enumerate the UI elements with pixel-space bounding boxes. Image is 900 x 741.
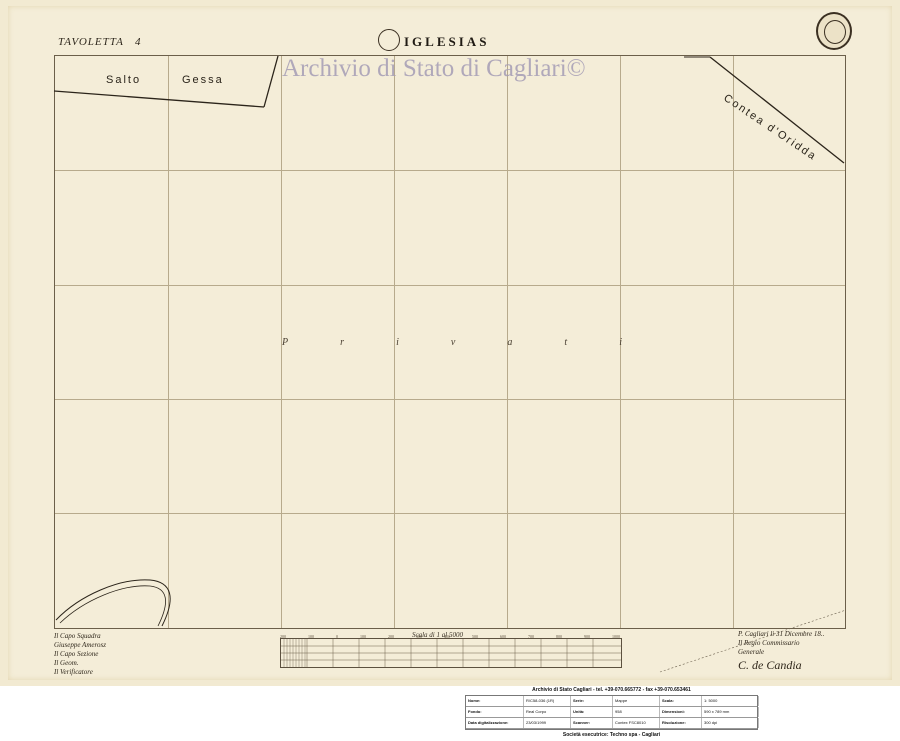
info-table: Nome: R/C58-036 (1R) Serie: Mappe Scala:… <box>465 695 759 730</box>
info-value: Contex FSC8010 <box>613 718 660 728</box>
signature-line: Giuseppe Amerosz <box>54 641 106 649</box>
signature-line: Il Verificatore <box>54 668 93 676</box>
info-key: Dimensioni: <box>660 707 702 717</box>
signature-line: Generale <box>738 648 765 656</box>
info-value: 23/03/1999 <box>524 718 571 728</box>
map-sheet: TAVOLETTA 4 IGLESIAS Archivio di Stato d… <box>0 0 900 686</box>
info-value: 1: 5000 <box>702 696 759 706</box>
region-label-salto: Salto <box>106 74 142 86</box>
info-key: Scanner: <box>571 718 613 728</box>
watermark-text: Archivio di Stato di Cagliari© <box>282 55 586 82</box>
signature-line: P. Cagliari li 31 Dicembre 18.. <box>738 630 825 638</box>
privati-letter: t <box>564 337 568 348</box>
signatures-right: P. Cagliari li 31 Dicembre 18.. Il Regio… <box>738 630 888 673</box>
scale-hatching <box>281 639 621 667</box>
signature-line: Il Geom. <box>54 659 79 667</box>
privati-letter: a <box>507 337 513 348</box>
info-key: Nome: <box>466 696 524 706</box>
info-value: 300 dpi <box>702 718 759 728</box>
info-value: Real Corpo <box>524 707 571 717</box>
signature-line: Il Regio Commissario <box>738 639 800 647</box>
privati-letter: P <box>282 337 289 348</box>
info-key: Risoluzione: <box>660 718 702 728</box>
info-value: R/C58-036 (1R) <box>524 696 571 706</box>
info-footer: Società esecutrice: Techno spa - Cagliar… <box>562 732 661 738</box>
signature-line: Il Capo Squadra <box>54 632 101 640</box>
scale-bar <box>280 638 622 668</box>
archive-info-panel: Archivio di Stato Cagliari - tel. +39-07… <box>465 685 759 738</box>
privati-letter: r <box>340 337 345 348</box>
region-label-gessa: Gessa <box>182 74 224 86</box>
info-key: Serie: <box>571 696 613 706</box>
info-key: Fondo: <box>466 707 524 717</box>
info-value: 590 x 789 mm <box>702 707 759 717</box>
signatures-left: Il Capo Squadra Giuseppe Amerosz Il Capo… <box>54 632 224 677</box>
info-value: Mappe <box>613 696 660 706</box>
info-key: Data digitalizzazione: <box>466 718 524 728</box>
region-label-privati: P r i v a t i <box>282 337 622 348</box>
privati-letter: i <box>396 337 399 348</box>
privati-letter: v <box>450 337 456 348</box>
signature-line: C. de Candia <box>738 658 802 672</box>
privati-letter: i <box>619 337 622 348</box>
info-header: Archivio di Stato Cagliari - tel. +39-07… <box>532 687 691 693</box>
table-row: Data digitalizzazione: 23/03/1999 Scanne… <box>466 718 759 729</box>
info-key: Unità: <box>571 707 613 717</box>
table-row: Fondo: Real Corpo Unità: 958 Dimensioni:… <box>466 707 759 718</box>
signature-line: Il Capo Sezione <box>54 650 99 658</box>
info-value: 958 <box>613 707 660 717</box>
table-row: Nome: R/C58-036 (1R) Serie: Mappe Scala:… <box>466 696 759 707</box>
info-key: Scala: <box>660 696 702 706</box>
